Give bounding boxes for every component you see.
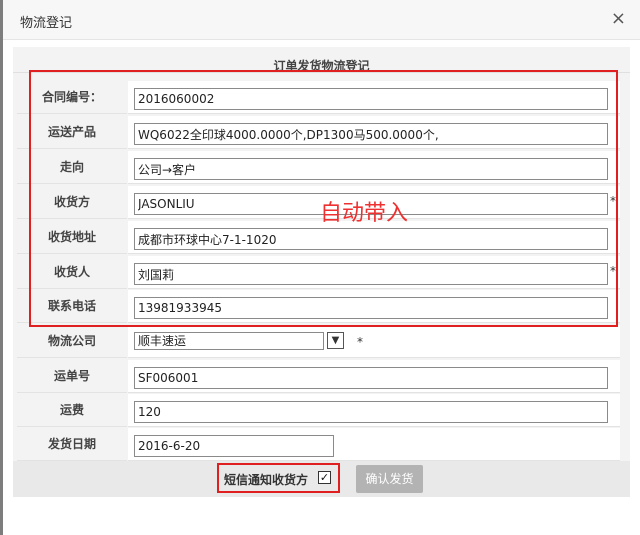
dialog-titlebar: 物流登记 ×	[3, 0, 640, 40]
label-logistics-company: 物流公司	[17, 325, 127, 358]
phone-field[interactable]	[134, 297, 608, 319]
address-field[interactable]	[134, 228, 608, 250]
confirm-ship-button[interactable]: 确认发货	[356, 465, 423, 493]
label-ship-date: 发货日期	[17, 428, 127, 461]
sms-notify-label: 短信通知收货方	[224, 473, 309, 487]
row-receiver-party: 收货方 *	[17, 186, 620, 220]
row-address: 收货地址	[17, 221, 620, 255]
label-receiver-party: 收货方	[17, 186, 127, 219]
receiver-field[interactable]	[134, 263, 608, 285]
label-product: 运送产品	[17, 116, 127, 149]
label-contract-no: 合同编号：	[17, 81, 127, 114]
row-phone: 联系电话	[17, 290, 620, 324]
row-direction: 走向	[17, 151, 620, 185]
logistics-company-select[interactable]: 顺丰速运	[134, 332, 324, 350]
contract-no-field[interactable]	[134, 88, 608, 110]
dialog-title: 物流登记	[20, 16, 73, 31]
label-phone: 联系电话	[17, 290, 127, 323]
row-ship-date: 发货日期	[17, 428, 620, 462]
freight-field[interactable]	[134, 401, 608, 423]
label-address: 收货地址	[17, 221, 127, 254]
required-mark: *	[357, 335, 363, 349]
chevron-down-icon[interactable]: ▼	[327, 332, 344, 349]
row-product: 运送产品	[17, 116, 620, 150]
row-receiver: 收货人 *	[17, 256, 620, 290]
row-waybill: 运单号	[17, 360, 620, 394]
auto-fill-annotation: 自动带入	[320, 201, 409, 226]
sms-notify-checkbox[interactable]: ✓	[318, 471, 331, 484]
row-logistics-company: 物流公司 顺丰速运 ▼ *	[17, 325, 620, 359]
row-contract-no: 合同编号：	[17, 81, 620, 115]
direction-field[interactable]	[134, 158, 608, 180]
form-header: 订单发货物流登记	[13, 47, 630, 73]
ship-date-field[interactable]	[134, 435, 334, 457]
close-icon[interactable]: ×	[611, 10, 626, 28]
required-mark: *	[610, 194, 616, 208]
label-receiver: 收货人	[17, 256, 127, 289]
label-direction: 走向	[17, 151, 127, 184]
label-waybill: 运单号	[17, 360, 127, 393]
waybill-field[interactable]	[134, 367, 608, 389]
required-mark: *	[610, 264, 616, 278]
label-freight: 运费	[17, 394, 127, 427]
logistics-dialog: 物流登记 × 订单发货物流登记 合同编号： 运送产品 走向 收货方 * 收货地址…	[0, 0, 640, 535]
form-header-title: 订单发货物流登记	[273, 59, 370, 73]
product-field[interactable]	[134, 123, 608, 145]
row-freight: 运费	[17, 394, 620, 428]
